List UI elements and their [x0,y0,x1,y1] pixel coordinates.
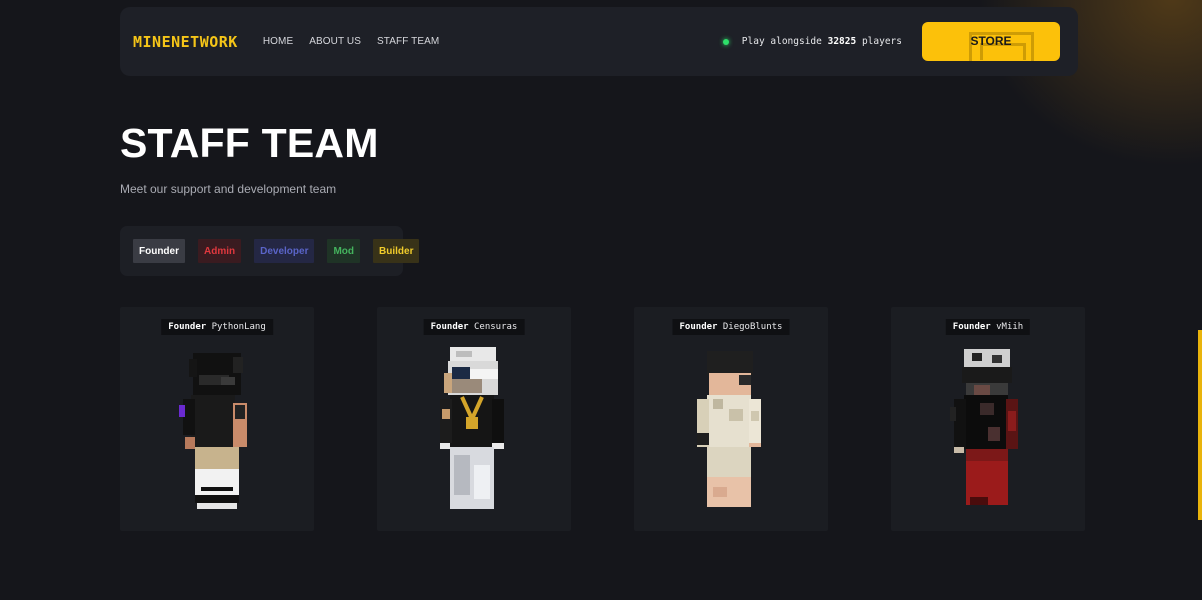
player-count-suffix: players [861,36,902,47]
staff-card[interactable]: Founder DiegoBlunts [634,307,828,531]
staff-role: Founder [679,322,718,332]
minecraft-skin-icon [440,347,504,509]
online-status-icon [722,38,729,45]
player-count: Play alongside 32825 players [742,36,902,47]
page-title: STAFF TEAM [120,120,379,166]
staff-role: Founder [952,322,991,332]
store-button-label: STORE [970,33,1012,48]
staff-tag: Founder Censuras [423,319,525,335]
nav-link-about-us[interactable]: ABOUT US [309,36,361,47]
role-filter-bar: Founder Admin Developer Mod Builder [120,226,420,276]
staff-tag: Founder DiegoBlunts [672,319,790,335]
player-count-prefix: Play alongside [741,36,822,47]
nav-links: HOME ABOUT US STAFF TEAM [263,36,439,47]
top-navbar: MINENETWORK HOME ABOUT US STAFF TEAM Pla… [120,7,1078,76]
filter-mod[interactable]: Mod [327,239,361,263]
staff-name: vMiih [996,322,1024,332]
minecraft-skin-icon [950,349,1018,505]
staff-name: Censuras [474,322,518,332]
staff-role: Founder [168,322,207,332]
staff-tag: Founder vMiih [945,319,1031,335]
staff-role: Founder [430,322,469,332]
staff-card[interactable]: Founder PythonLang [120,307,314,531]
nav-link-staff-team[interactable]: STAFF TEAM [377,36,439,47]
staff-tag: Founder PythonLang [161,319,273,335]
filter-developer[interactable]: Developer [254,239,315,263]
minecraft-skin-icon [179,353,247,509]
staff-card[interactable]: Founder vMiih [891,307,1085,531]
page-subtitle: Meet our support and development team [120,182,337,196]
staff-name: DiegoBlunts [722,322,783,332]
filter-founder[interactable]: Founder [133,239,185,263]
site-logo[interactable]: MINENETWORK [133,33,238,51]
filter-admin[interactable]: Admin [198,239,242,263]
store-button[interactable]: STORE [922,22,1060,61]
nav-right: Play alongside 32825 players STORE [722,22,1060,61]
staff-card[interactable]: Founder Censuras [377,307,571,531]
player-count-value: 32825 [827,36,857,47]
nav-link-home[interactable]: HOME [263,36,293,47]
scroll-indicator[interactable] [1198,330,1202,520]
filter-builder[interactable]: Builder [373,239,420,263]
minecraft-skin-icon [697,351,761,507]
staff-name: PythonLang [211,322,266,332]
